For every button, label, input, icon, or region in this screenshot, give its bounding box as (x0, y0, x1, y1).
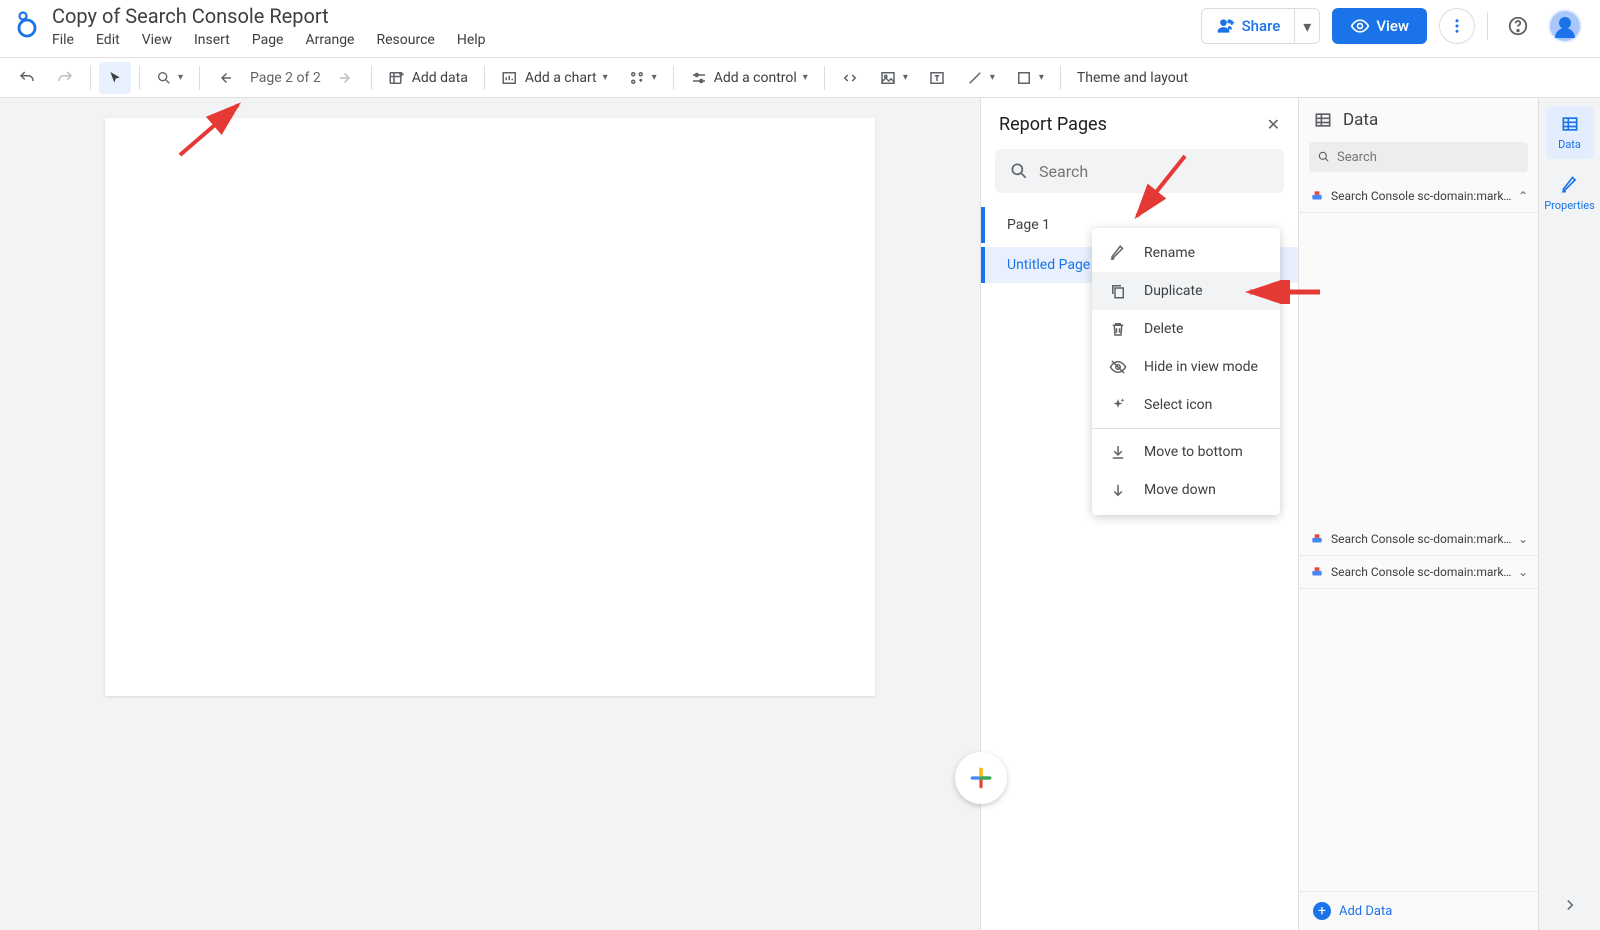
view-button[interactable]: View (1332, 8, 1427, 44)
search-icon (1009, 161, 1029, 181)
data-search-input[interactable] (1337, 150, 1520, 165)
shape-button[interactable]: ▾ (1007, 62, 1052, 94)
data-source-2[interactable]: Search Console sc-domain:markete... ⌄ (1299, 523, 1538, 556)
add-data-button[interactable]: Add data (380, 62, 476, 94)
move-bottom-icon (1108, 443, 1128, 461)
line-button[interactable]: ▾ (958, 62, 1003, 94)
ctx-select-icon[interactable]: Select icon (1092, 386, 1280, 424)
app-header: Copy of Search Console Report File Edit … (0, 0, 1600, 58)
data-search[interactable] (1309, 142, 1528, 172)
divider (1092, 428, 1280, 429)
help-button[interactable] (1500, 8, 1536, 44)
close-pages-panel-icon[interactable]: ✕ (1267, 115, 1280, 134)
select-tool[interactable] (99, 62, 131, 94)
collapse-icon[interactable]: ⌃ (1518, 189, 1528, 203)
search-console-icon (1309, 564, 1325, 580)
undo-button[interactable] (10, 62, 44, 94)
eye-off-icon (1108, 358, 1128, 376)
more-options-button[interactable] (1439, 8, 1475, 44)
pages-search[interactable] (995, 149, 1284, 193)
ctx-move-down[interactable]: Move down (1092, 471, 1280, 509)
pencil-icon (1108, 244, 1128, 262)
ctx-rename[interactable]: Rename (1092, 234, 1280, 272)
data-panel-icon (1313, 110, 1333, 130)
expand-panel-icon[interactable] (1561, 896, 1579, 914)
ctx-duplicate[interactable]: Duplicate (1092, 272, 1280, 310)
data-panel-title: Data (1343, 110, 1378, 130)
page-indicator[interactable]: Page 2 of 2 (250, 70, 321, 86)
ctx-hide[interactable]: Hide in view mode (1092, 348, 1280, 386)
data-source-3[interactable]: Search Console sc-domain:markete... ⌄ (1299, 556, 1538, 589)
add-data-button[interactable]: + Add Data (1299, 891, 1538, 930)
text-button[interactable] (920, 62, 954, 94)
page-context-menu: Rename Duplicate Delete Hide in view mod… (1092, 228, 1280, 515)
theme-layout-button[interactable]: Theme and layout (1069, 62, 1196, 94)
move-down-icon (1108, 481, 1128, 499)
share-dropdown-icon[interactable]: ▾ (1294, 9, 1319, 43)
prev-page-button[interactable] (208, 62, 242, 94)
menu-resource[interactable]: Resource (376, 32, 434, 48)
looker-logo-icon (12, 10, 40, 38)
plus-icon: + (1313, 902, 1331, 920)
search-console-icon (1309, 531, 1325, 547)
add-chart-button[interactable]: Add a chart▾ (493, 62, 616, 94)
embed-button[interactable] (833, 62, 867, 94)
tab-properties[interactable]: Properties (1546, 167, 1594, 220)
right-sidebar-tabs: Data Properties (1538, 98, 1600, 930)
duplicate-icon (1108, 282, 1128, 300)
menu-file[interactable]: File (52, 32, 74, 48)
search-icon (1317, 150, 1331, 164)
document-title[interactable]: Copy of Search Console Report (52, 4, 1201, 28)
community-viz-button[interactable]: ▾ (620, 62, 665, 94)
menu-insert[interactable]: Insert (194, 32, 230, 48)
zoom-button[interactable]: ▾ (148, 62, 191, 94)
ctx-move-bottom[interactable]: Move to bottom (1092, 433, 1280, 471)
pages-search-input[interactable] (1039, 162, 1270, 181)
add-control-button[interactable]: Add a control▾ (682, 62, 816, 94)
ctx-delete[interactable]: Delete (1092, 310, 1280, 348)
toolbar: ▾ Page 2 of 2 Add data Add a chart▾ ▾ Ad… (0, 58, 1600, 98)
pages-panel-title: Report Pages (999, 114, 1107, 135)
menu-page[interactable]: Page (252, 32, 284, 48)
menu-view[interactable]: View (142, 32, 172, 48)
tab-data[interactable]: Data (1546, 106, 1594, 159)
image-button[interactable]: ▾ (871, 62, 916, 94)
data-source-1[interactable]: Search Console sc-domain:markete... ⌃ (1299, 180, 1538, 213)
expand-icon[interactable]: ⌄ (1518, 532, 1528, 546)
menu-arrange[interactable]: Arrange (306, 32, 355, 48)
divider (1487, 12, 1488, 40)
redo-button[interactable] (48, 62, 82, 94)
sparkle-icon (1108, 396, 1128, 414)
expand-icon[interactable]: ⌄ (1518, 565, 1528, 579)
menu-bar: File Edit View Insert Page Arrange Resou… (52, 32, 1201, 48)
menu-edit[interactable]: Edit (96, 32, 120, 48)
add-page-fab[interactable] (955, 752, 1007, 804)
next-page-button[interactable] (329, 62, 363, 94)
search-console-icon (1309, 188, 1325, 204)
report-canvas[interactable] (105, 118, 875, 696)
trash-icon (1108, 320, 1128, 338)
user-avatar[interactable] (1548, 9, 1582, 43)
share-button[interactable]: Share ▾ (1201, 8, 1321, 44)
canvas-area (0, 98, 980, 930)
data-panel: Data Search Console sc-domain:markete...… (1298, 98, 1538, 930)
menu-help[interactable]: Help (457, 32, 486, 48)
